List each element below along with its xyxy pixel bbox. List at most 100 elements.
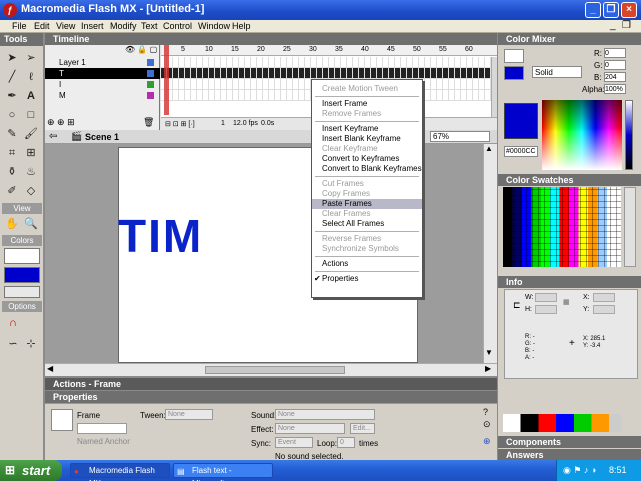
timeline-vscroll[interactable] <box>491 57 497 117</box>
help-icon[interactable]: ? <box>483 407 488 417</box>
doc-restore-icon[interactable]: ❐ <box>622 20 631 31</box>
straighten-option-icon[interactable]: ⊹ <box>22 335 40 353</box>
layer-row-m[interactable]: M <box>45 90 160 101</box>
timeline-title[interactable]: Timeline <box>45 33 497 45</box>
properties-panel-header[interactable]: Properties <box>45 391 497 403</box>
restore-button[interactable]: ❐ <box>603 2 619 18</box>
components-header[interactable]: Components <box>498 436 641 448</box>
lasso-tool-icon[interactable]: ℓ <box>22 68 40 86</box>
menu-item-insert-keyframe[interactable]: Insert Keyframe <box>312 124 422 134</box>
subselect-tool-icon[interactable]: ➢ <box>22 49 40 67</box>
menu-item-select-all-frames[interactable]: Select All Frames <box>312 219 422 229</box>
effect-select[interactable]: None <box>275 423 345 434</box>
ink-bottle-tool-icon[interactable]: ⚱ <box>3 163 21 181</box>
x-input[interactable] <box>593 293 615 302</box>
loop-input[interactable]: 0 <box>337 437 355 448</box>
delete-layer-icon[interactable]: 🗑 <box>143 117 154 128</box>
zoom-select[interactable]: 67% <box>430 131 490 142</box>
menu-window[interactable]: Window <box>198 21 230 31</box>
swatch-grid[interactable] <box>503 187 621 267</box>
b-input[interactable]: 204 <box>604 72 626 82</box>
paint-bucket-tool-icon[interactable]: ♨ <box>22 163 40 181</box>
minimize-button[interactable]: _ <box>585 2 601 18</box>
tray-icons[interactable]: ◉ ⚑ ♪ ◑ <box>563 460 596 481</box>
edit-button[interactable]: Edit... <box>350 423 375 434</box>
scroll-thumb[interactable] <box>205 366 345 374</box>
y-input[interactable] <box>593 305 615 314</box>
layer-row-t[interactable]: T <box>45 68 160 79</box>
snap-magnet-icon[interactable]: ∩ <box>4 314 22 332</box>
fill-transform-tool-icon[interactable]: ⊞ <box>22 144 40 162</box>
scroll-right-icon[interactable]: ▶ <box>485 364 491 373</box>
scene-name[interactable]: Scene 1 <box>85 132 119 142</box>
menu-item-insert-frame[interactable]: Insert Frame <box>312 99 422 109</box>
menu-item-actions[interactable]: Actions <box>312 259 422 269</box>
line-tool-icon[interactable]: ╱ <box>3 68 21 86</box>
center-frame-icon[interactable]: ⊟ ⊡ ⊞ [·] <box>165 120 195 128</box>
hand-tool-icon[interactable]: ✋ <box>3 215 21 233</box>
smooth-option-icon[interactable]: ∽ <box>4 335 22 353</box>
back-arrow-icon[interactable]: ⇦ <box>49 131 57 142</box>
menu-modify[interactable]: Modify <box>110 21 137 31</box>
taskbar-item-flash[interactable]: ● Macromedia Flash MX... <box>70 463 170 481</box>
arrow-tool-icon[interactable]: ➤ <box>3 49 21 67</box>
mixer-fill-swatch[interactable] <box>504 66 524 80</box>
layer-row-i[interactable]: I <box>45 79 160 90</box>
fill-color-swatch[interactable] <box>4 267 40 283</box>
menu-control[interactable]: Control <box>163 21 192 31</box>
sound-select[interactable]: None <box>275 409 375 420</box>
menu-edit[interactable]: Edit <box>34 21 50 31</box>
frame-label-input[interactable] <box>77 423 127 434</box>
w-input[interactable] <box>535 293 557 302</box>
layer-row-layer1[interactable]: Layer 1 <box>45 57 160 68</box>
r-input[interactable]: 0 <box>604 48 626 58</box>
tween-select[interactable]: None <box>165 409 213 420</box>
actions-panel-header[interactable]: Actions - Frame <box>45 378 497 390</box>
close-button[interactable]: × <box>621 2 637 18</box>
brush-tool-icon[interactable]: 🖌 <box>22 125 40 143</box>
playhead[interactable] <box>164 45 169 115</box>
expand-icon[interactable]: ⊕ <box>483 436 491 447</box>
pencil-tool-icon[interactable]: ✎ <box>3 125 21 143</box>
gradient-swatches[interactable] <box>503 414 621 432</box>
doc-minimize-icon[interactable]: _ <box>610 20 616 31</box>
menu-view[interactable]: View <box>56 21 75 31</box>
rectangle-tool-icon[interactable]: □ <box>22 106 40 124</box>
stage-horizontal-scrollbar[interactable]: ◀ ▶ <box>45 363 497 376</box>
scroll-left-icon[interactable]: ◀ <box>47 364 53 373</box>
color-mixer-header[interactable]: Color Mixer <box>498 33 641 45</box>
mixer-stroke-swatch[interactable] <box>504 49 524 63</box>
frame-row[interactable] <box>161 68 491 79</box>
h-input[interactable] <box>535 305 557 314</box>
menu-help[interactable]: Help <box>232 21 251 31</box>
registration-grid-icon[interactable]: ▦ <box>563 298 570 306</box>
menu-insert[interactable]: Insert <box>81 21 104 31</box>
brightness-slider[interactable] <box>625 100 633 170</box>
insert-layer-icon[interactable]: ⊕ ⊕ ⊞ <box>47 117 75 128</box>
stroke-color-swatch[interactable] <box>4 248 40 264</box>
menu-item-insert-blank-keyframe[interactable]: Insert Blank Keyframe <box>312 134 422 144</box>
oval-tool-icon[interactable]: ○ <box>3 106 21 124</box>
menu-item-convert-to-keyframes[interactable]: Convert to Keyframes <box>312 154 422 164</box>
alpha-input[interactable]: 100% <box>604 84 626 94</box>
target-icon[interactable]: ⊙ <box>483 419 491 430</box>
color-swatches-header[interactable]: Color Swatches <box>498 174 641 186</box>
frame-row[interactable] <box>161 57 491 68</box>
layer-visibility-icons[interactable]: 👁 🔒 ▢ <box>125 45 157 54</box>
text-tool-icon[interactable]: A <box>22 87 40 105</box>
info-panel-header[interactable]: Info <box>498 276 641 288</box>
menu-item-convert-to-blank-keyframes[interactable]: Convert to Blank Keyframes <box>312 164 422 174</box>
menu-item-paste-frames[interactable]: Paste Frames <box>312 199 422 209</box>
color-options-icons[interactable] <box>4 286 40 298</box>
menu-text[interactable]: Text <box>141 21 158 31</box>
start-button[interactable]: ⊞ start <box>0 460 62 481</box>
eyedropper-tool-icon[interactable]: ✐ <box>3 182 21 200</box>
pen-tool-icon[interactable]: ✒ <box>3 87 21 105</box>
color-spectrum[interactable] <box>542 100 622 170</box>
eraser-tool-icon[interactable]: ◇ <box>22 182 40 200</box>
hex-input[interactable]: #0000CC <box>504 146 538 157</box>
menu-item-properties[interactable]: ✔ Properties <box>312 274 422 284</box>
fill-style-select[interactable]: Solid <box>532 66 582 78</box>
sync-select[interactable]: Event <box>275 437 313 448</box>
scroll-down-icon[interactable]: ▼ <box>485 348 493 357</box>
